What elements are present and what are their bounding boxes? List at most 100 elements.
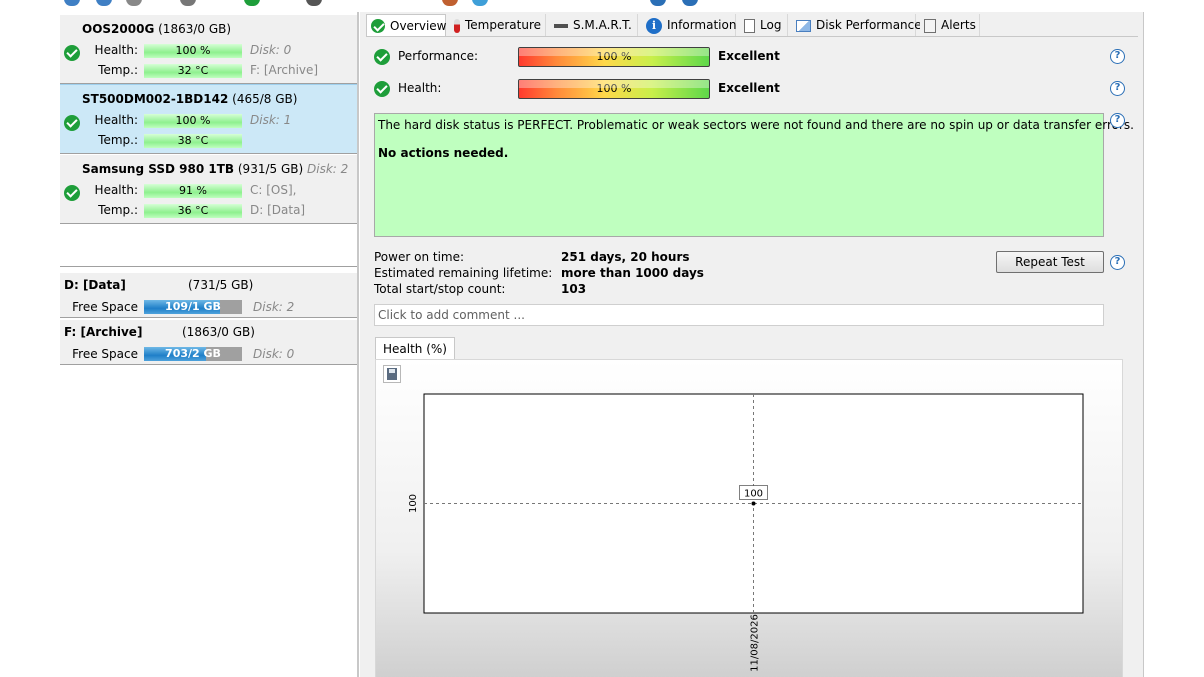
info-labels: Power on time: Estimated remaining lifet…	[374, 249, 552, 297]
ok-check-icon	[374, 49, 390, 65]
disk-card-0[interactable]: OOS2000G (1863/0 GB) Health: 100 % Disk:…	[60, 14, 358, 84]
toolbar-check-icon[interactable]	[244, 0, 260, 6]
comment-input[interactable]: Click to add comment ...	[374, 304, 1104, 326]
temp-label: Temp.:	[98, 63, 138, 77]
x-tick-label: 11/08/2026	[750, 614, 761, 672]
action-message: No actions needed.	[378, 146, 509, 160]
free-space-label: Free Space	[72, 347, 138, 361]
disk-name: ST500DM002-1BD142	[82, 92, 229, 106]
temp-bar: 36 °C	[144, 204, 242, 218]
tab-log[interactable]: Log	[740, 14, 788, 36]
free-space-value: 109/1 GB	[165, 300, 221, 313]
health-chart-area: 100 11/08/2026 100	[375, 359, 1123, 677]
health-value: Excellent	[718, 81, 780, 95]
tab-information[interactable]: i Information	[642, 14, 736, 36]
overview-content: Performance: 100 % Excellent ? Health: 1…	[366, 36, 1138, 677]
disk-name: OOS2000G	[82, 22, 155, 36]
tab-alerts[interactable]: Alerts	[920, 14, 980, 36]
tab-label: Alerts	[941, 18, 976, 32]
volume-info: C: [OS],	[250, 183, 297, 197]
tab-smart[interactable]: S.M.A.R.T.	[550, 14, 638, 36]
temp-label: Temp.:	[98, 133, 138, 147]
tab-disk-performance[interactable]: Disk Performance	[792, 14, 922, 36]
tab-overview[interactable]: Overview	[366, 14, 447, 37]
thermometer-icon	[454, 18, 460, 33]
toolbar-window-icon[interactable]	[472, 0, 488, 6]
partition-card-f[interactable]: F: [Archive] (1863/0 GB) Free Space 703/…	[60, 319, 358, 365]
lifetime-label: Estimated remaining lifetime:	[374, 266, 553, 280]
start-stop-value: 103	[561, 282, 587, 296]
partition-name: D: [Data]	[64, 278, 126, 292]
data-label: 100	[744, 489, 763, 500]
check-icon	[371, 18, 385, 33]
start-stop-label: Total start/stop count:	[374, 282, 506, 296]
status-message: The hard disk status is PERFECT. Problem…	[378, 118, 1134, 132]
info-icon: i	[646, 17, 662, 34]
disk-size: (465/8 GB)	[232, 92, 298, 106]
toolbar-tool-icon[interactable]	[180, 0, 196, 6]
partition-card-d[interactable]: D: [Data] (731/5 GB) Free Space 109/1 GB…	[60, 272, 358, 318]
volume-info: D: [Data]	[250, 203, 306, 217]
volume-info: F: [Archive]	[250, 63, 319, 77]
tab-temperature[interactable]: Temperature	[450, 14, 546, 36]
health-chart: 100 11/08/2026 100	[408, 393, 1084, 672]
ok-check-icon	[374, 81, 390, 97]
repeat-test-button[interactable]: Repeat Test	[996, 251, 1104, 273]
disk-number: Disk: 1	[250, 113, 292, 127]
disk-card-2[interactable]: Samsung SSD 980 1TB (931/5 GB) Disk: 2 H…	[60, 154, 358, 224]
health-label: Health:	[398, 81, 442, 95]
free-space-bar: 109/1 GB	[144, 300, 242, 314]
toolbar-help-icon[interactable]	[650, 0, 666, 6]
pane-splitter[interactable]	[357, 12, 359, 677]
toolbar-back-icon[interactable]	[96, 0, 112, 6]
free-space-bar: 703/2 GB	[144, 347, 242, 361]
help-icon[interactable]: ?	[1110, 49, 1125, 64]
temp-bar: 38 °C	[144, 134, 242, 148]
alerts-icon	[924, 18, 936, 33]
smart-icon	[554, 23, 568, 28]
lifetime-value: more than 1000 days	[561, 266, 704, 280]
toolbar-refresh-icon[interactable]	[64, 0, 80, 6]
disk-list-divider	[60, 266, 358, 267]
document-icon	[744, 18, 755, 33]
tab-label: S.M.A.R.T.	[573, 18, 632, 32]
tab-label: Log	[760, 18, 782, 32]
help-icon[interactable]: ?	[1110, 113, 1125, 128]
tab-label: Disk Performance	[816, 18, 922, 32]
performance-label: Performance:	[398, 49, 479, 63]
health-label: Health:	[94, 43, 138, 57]
disk-number: Disk: 2	[253, 300, 295, 314]
info-values: 251 days, 20 hours more than 1000 days 1…	[561, 249, 704, 297]
toolbar-info-icon[interactable]	[682, 0, 698, 6]
free-space-label: Free Space	[72, 300, 138, 314]
disk-card-1[interactable]: ST500DM002-1BD142 (465/8 GB) Health: 100…	[60, 84, 358, 154]
disk-title: ST500DM002-1BD142 (465/8 GB)	[82, 92, 297, 106]
health-bar: 91 %	[144, 184, 242, 198]
partition-size: (1863/0 GB)	[182, 325, 255, 339]
y-tick-label: 100	[408, 494, 419, 513]
temp-bar: 32 °C	[144, 64, 242, 78]
chart-icon	[796, 19, 811, 32]
disk-number: Disk: 0	[250, 43, 292, 57]
disk-number: Disk: 2	[307, 162, 349, 176]
health-bar: 100 %	[144, 44, 242, 58]
toolbar-chart-icon[interactable]	[442, 0, 458, 6]
help-icon[interactable]: ?	[1110, 255, 1125, 270]
details-pane: Overview Temperature S.M.A.R.T. i Informa…	[360, 12, 1144, 677]
toolbar-menu-icon[interactable]	[126, 0, 142, 6]
temp-label: Temp.:	[98, 203, 138, 217]
partition-size: (731/5 GB)	[188, 278, 254, 292]
toolbar-disk-icon[interactable]	[306, 0, 322, 6]
disk-name: Samsung SSD 980 1TB	[82, 162, 235, 176]
disk-size: (1863/0 GB)	[158, 22, 232, 36]
power-on-label: Power on time:	[374, 250, 465, 264]
disk-number: Disk: 0	[253, 347, 295, 361]
performance-bar: 100 %	[518, 47, 710, 67]
free-space-value: 703/2 GB	[165, 347, 221, 360]
health-bar: 100 %	[144, 114, 242, 128]
tab-label: Information	[667, 18, 737, 32]
tab-health-chart[interactable]: Health (%)	[375, 337, 455, 359]
help-icon[interactable]: ?	[1110, 81, 1125, 96]
power-on-value: 251 days, 20 hours	[561, 250, 690, 264]
health-row: Health: 100 % Excellent ?	[374, 79, 1134, 99]
